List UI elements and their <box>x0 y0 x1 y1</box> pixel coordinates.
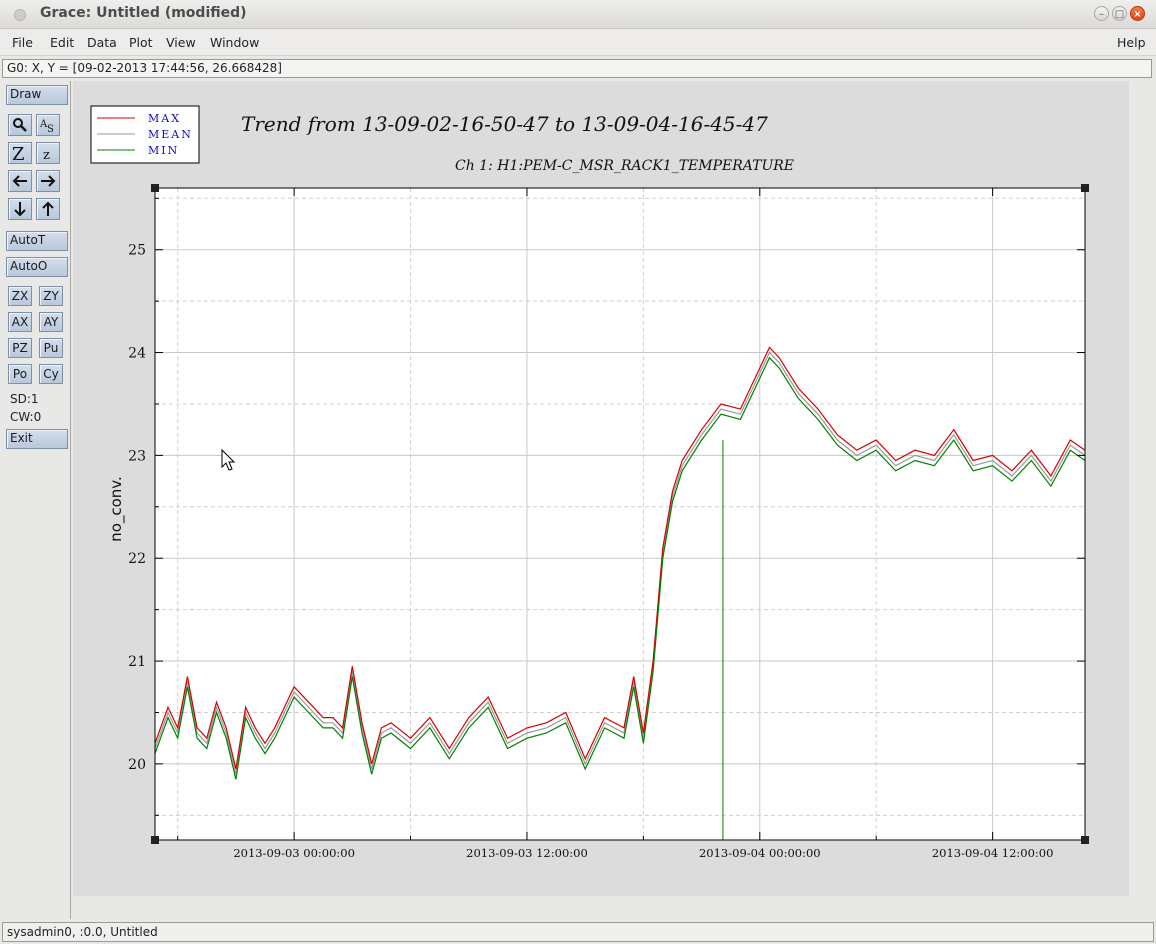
minimize-icon[interactable]: – <box>1094 6 1109 21</box>
legend-max-label: MAX <box>148 112 181 125</box>
x-tick-label: 2013-09-04 00:00:00 <box>699 846 821 860</box>
ax-button[interactable]: AX <box>8 312 32 332</box>
toolbar: Draw AS Z z AutoT AutoO ZX ZY AX AY PZ P… <box>2 81 71 919</box>
legend: MAX MEAN MIN <box>90 105 200 164</box>
scroll-up-button[interactable] <box>36 198 60 220</box>
draw-button[interactable]: Draw <box>6 85 68 105</box>
chart: MAX MEAN MIN Trend from 13-09-02-16-50-4… <box>90 105 1089 860</box>
autoscale-text-button[interactable]: AS <box>36 114 60 136</box>
arrow-down-icon <box>14 202 26 217</box>
stack-depth-label: SD:1 <box>10 392 39 406</box>
po-button[interactable]: Po <box>8 364 32 384</box>
window-menu-icon[interactable] <box>14 9 26 21</box>
scroll-down-button[interactable] <box>8 198 32 220</box>
ay-button[interactable]: AY <box>39 312 63 332</box>
menu-file[interactable]: File <box>12 35 33 50</box>
zoom-out-icon: z <box>43 148 50 163</box>
pu-button[interactable]: Pu <box>39 338 63 358</box>
svg-text:S: S <box>47 124 54 135</box>
autoscale-text-icon: AS <box>39 119 54 135</box>
selection-handle <box>1081 836 1089 844</box>
exit-button[interactable]: Exit <box>6 429 68 449</box>
y-tick-label: 24 <box>128 346 146 362</box>
svg-text:z: z <box>43 148 50 163</box>
plot-canvas[interactable]: MAX MEAN MIN Trend from 13-09-02-16-50-4… <box>73 81 1129 896</box>
zoom-in-icon: Z <box>12 144 25 165</box>
autoticks-button[interactable]: AutoT <box>6 231 68 251</box>
autoscale-on-button[interactable]: AutoO <box>6 257 68 277</box>
cy-button[interactable]: Cy <box>39 364 63 384</box>
menu-help[interactable]: Help <box>1117 35 1146 50</box>
canvas-area[interactable]: MAX MEAN MIN Trend from 13-09-02-16-50-4… <box>73 81 1153 919</box>
menu-window[interactable]: Window <box>210 35 259 50</box>
y-tick-label: 23 <box>128 448 146 464</box>
title-bar: Grace: Untitled (modified) – □ × <box>0 0 1156 29</box>
zy-button[interactable]: ZY <box>39 286 63 306</box>
menu-data[interactable]: Data <box>87 35 117 50</box>
maximize-icon[interactable]: □ <box>1112 6 1127 21</box>
menu-plot[interactable]: Plot <box>129 35 153 50</box>
selection-handle <box>151 184 159 192</box>
zx-button[interactable]: ZX <box>8 286 32 306</box>
x-tick-label: 2013-09-03 12:00:00 <box>466 846 588 860</box>
chart-title: Trend from 13-09-02-16-50-47 to 13-09-04… <box>241 112 768 136</box>
y-tick-label: 20 <box>128 757 146 773</box>
plot-area: 2013-09-03 00:00:00 2013-09-03 12:00:00 20… <box>128 184 1089 860</box>
x-tick-label: 2013-09-04 12:00:00 <box>932 846 1054 860</box>
y-tick-label: 21 <box>128 654 146 670</box>
y-tick-label: 25 <box>128 243 146 259</box>
scroll-right-button[interactable] <box>36 170 60 192</box>
x-tick-label: 2013-09-03 00:00:00 <box>233 846 355 860</box>
pz-button[interactable]: PZ <box>8 338 32 358</box>
menu-bar: File Edit Data Plot View Window Help <box>0 29 1156 56</box>
status-bar: sysadmin0, :0.0, Untitled <box>2 922 1154 942</box>
menu-view[interactable]: View <box>166 35 196 50</box>
scroll-left-button[interactable] <box>8 170 32 192</box>
window-title: Grace: Untitled (modified) <box>40 5 247 21</box>
selection-handle <box>151 836 159 844</box>
current-world-label: CW:0 <box>10 410 42 424</box>
arrow-up-icon <box>42 201 54 216</box>
locator-display: G0: X, Y = [09-02-2013 17:44:56, 26.6684… <box>2 59 1152 78</box>
menu-edit[interactable]: Edit <box>50 35 74 50</box>
zoom-icon <box>13 118 27 132</box>
arrow-left-icon <box>12 175 27 187</box>
y-axis-label: no_conv. <box>107 476 126 542</box>
arrow-right-icon <box>41 175 56 187</box>
y-tick-label: 22 <box>128 551 146 567</box>
selection-handle <box>1081 184 1089 192</box>
close-icon[interactable]: × <box>1130 6 1145 21</box>
legend-min-label: MIN <box>148 144 179 157</box>
zoom-in-button[interactable]: Z <box>8 142 32 165</box>
legend-mean-label: MEAN <box>148 128 193 141</box>
chart-subtitle: Ch 1: H1:PEM-C_MSR_RACK1_TEMPERATURE <box>455 158 794 174</box>
zoom-button[interactable] <box>8 114 32 136</box>
svg-text:Z: Z <box>12 144 25 163</box>
zoom-out-button[interactable]: z <box>36 142 60 164</box>
